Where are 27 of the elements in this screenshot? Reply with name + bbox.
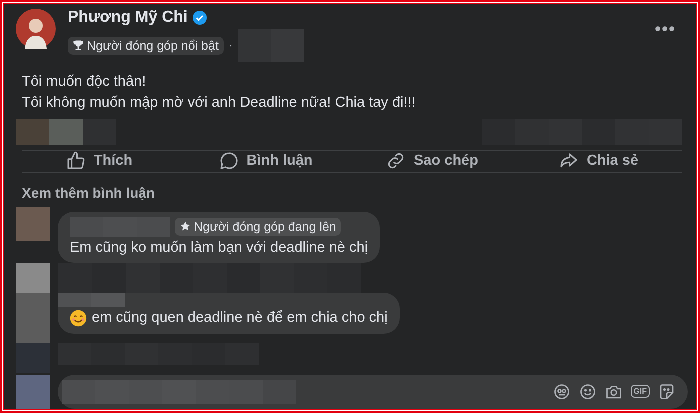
share-button[interactable]: Chia sẻ bbox=[516, 150, 682, 172]
comment-button[interactable]: Bình luận bbox=[182, 150, 349, 172]
contributor-badge: Người đóng góp nổi bật bbox=[68, 36, 224, 54]
comment-text: Em cũng ko muốn làm bạn với deadline nè chị bbox=[70, 240, 368, 256]
link-icon bbox=[386, 151, 406, 172]
gif-button[interactable]: GIF bbox=[630, 385, 650, 398]
post-text: Tôi không muốn mập mờ với anh Deadline nữa! Chia tay đi!!! bbox=[22, 94, 417, 113]
avatar-sticker-icon[interactable] bbox=[552, 382, 571, 401]
star-icon bbox=[180, 221, 191, 232]
comment-text: em cũng quen deadline nè để em chia cho chị bbox=[70, 310, 388, 327]
sticker-icon[interactable] bbox=[658, 382, 676, 401]
author-name[interactable]: Phương Mỹ Chi bbox=[68, 9, 188, 27]
speech-bubble-icon bbox=[218, 151, 239, 172]
profile-avatar[interactable] bbox=[16, 9, 56, 49]
post-text: Tôi muốn độc thân! bbox=[22, 73, 148, 92]
pixelated-area bbox=[16, 374, 50, 409]
view-more-comments-link[interactable]: Xem thêm bình luận bbox=[22, 184, 156, 201]
trophy-icon bbox=[73, 40, 84, 51]
comment-field[interactable]: GIF bbox=[58, 374, 688, 409]
separator-dot: · bbox=[228, 38, 233, 52]
emoji-icon[interactable] bbox=[578, 382, 597, 401]
more-options-icon[interactable] bbox=[654, 25, 676, 33]
like-button[interactable]: Thích bbox=[16, 150, 182, 172]
thumbs-up-icon bbox=[66, 151, 86, 172]
copy-button[interactable]: Sao chép bbox=[349, 150, 516, 172]
contributor-badge: Người đóng góp đang lên bbox=[175, 218, 342, 236]
pixelated-area bbox=[16, 206, 50, 241]
